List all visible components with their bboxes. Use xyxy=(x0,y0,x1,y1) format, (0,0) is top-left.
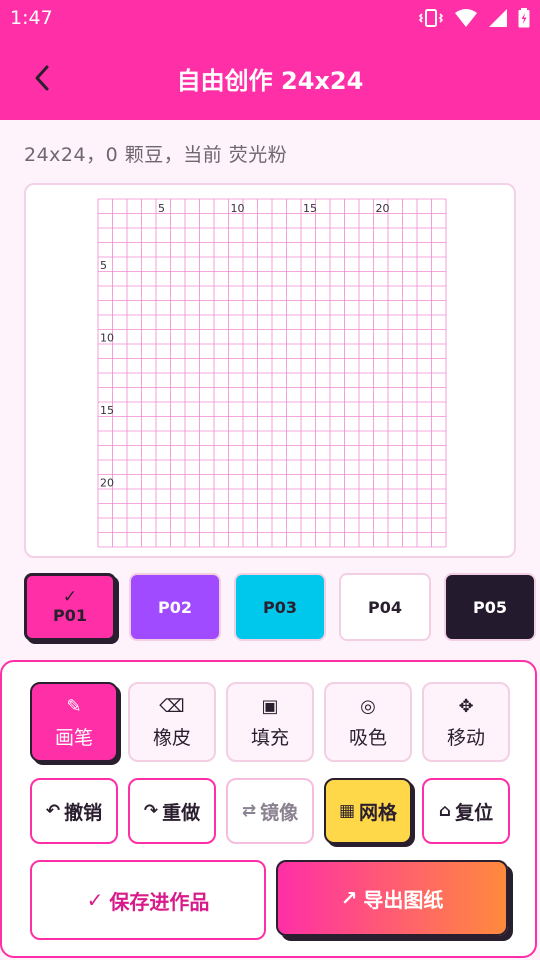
grid-column-label: 20 xyxy=(376,202,390,215)
undo-button[interactable]: ↶ 撤销 xyxy=(30,778,118,844)
tool-pencil-button[interactable]: ✎ 画笔 xyxy=(30,682,118,762)
action-label: 撤销 xyxy=(64,801,103,824)
tool-panel: ✓ 保存进作品 ↗ 导出图纸 ✎ 画笔 ⌫ 橡皮 ▣ 填充 ◎ 吸色 ✥ 移动 ↶ 撤销 ↷ 重做 ⇄ 镜像 ▦… xyxy=(0,660,537,958)
mirror-button[interactable]: ⇄ 镜像 xyxy=(226,778,314,844)
palette-swatch-label: P04 xyxy=(368,597,402,617)
redo-icon: ↷ xyxy=(143,801,159,821)
app-bar: 自由创作 24x24 xyxy=(0,36,540,120)
undo-icon: ↶ xyxy=(45,801,61,821)
palette-swatch-p01[interactable]: ✓ P01 xyxy=(24,573,116,641)
wifi-icon xyxy=(455,9,477,27)
grid-column-label: 10 xyxy=(231,202,245,215)
grid-row-label: 10 xyxy=(100,332,114,345)
bead-grid-canvas[interactable]: 5 10 15 20 5 10 15 20 xyxy=(26,185,514,556)
palette-swatch-label: P05 xyxy=(473,597,507,617)
palette-swatch-p04[interactable]: P04 xyxy=(339,573,431,641)
tool-move-button[interactable]: ✥ 移动 xyxy=(422,682,510,762)
move-icon: ✥ xyxy=(458,695,474,717)
tool-label: 移动 xyxy=(446,726,485,749)
grid-icon: ▦ xyxy=(338,801,356,821)
tool-label: 画笔 xyxy=(54,726,93,749)
home-icon: ⌂ xyxy=(438,801,452,821)
eraser-icon: ⌫ xyxy=(159,695,185,717)
selected-check-icon: ✓ xyxy=(62,587,78,607)
canvas-card: 5 10 15 20 5 10 15 20 xyxy=(24,183,516,558)
grid-row-label: 5 xyxy=(100,259,107,272)
palette-swatch-p05[interactable]: P05 xyxy=(444,573,536,641)
redo-button[interactable]: ↷ 重做 xyxy=(128,778,216,844)
action-label: 镜像 xyxy=(260,801,299,824)
action-label: 网格 xyxy=(359,801,398,824)
action-label: 复位 xyxy=(455,801,494,824)
tool-eyedropper-button[interactable]: ◎ 吸色 xyxy=(324,682,412,762)
save-button-label: 保存进作品 xyxy=(109,889,210,914)
signal-icon xyxy=(489,9,507,27)
tool-label: 吸色 xyxy=(348,726,387,749)
palette-swatch-p03[interactable]: P03 xyxy=(234,573,326,641)
check-icon: ✓ xyxy=(86,888,104,912)
tool-label: 填充 xyxy=(250,726,289,749)
status-time: 1:47 xyxy=(10,7,53,29)
fill-icon: ▣ xyxy=(261,695,279,717)
palette-swatch-label: P02 xyxy=(158,597,192,617)
home-button[interactable]: ⌂ 复位 xyxy=(422,778,510,844)
tool-label: 橡皮 xyxy=(152,726,191,749)
export-button-label: 导出图纸 xyxy=(363,887,444,912)
action-label: 重做 xyxy=(162,801,201,824)
status-bar: 1:47 xyxy=(0,0,540,36)
save-to-works-button[interactable]: ✓ 保存进作品 xyxy=(30,860,266,940)
grid-column-label: 5 xyxy=(158,202,165,215)
mirror-icon: ⇄ xyxy=(241,801,257,821)
status-icons xyxy=(418,8,530,28)
grid-column-label: 15 xyxy=(303,202,317,215)
grid-button[interactable]: ▦ 网格 xyxy=(324,778,412,844)
pencil-icon: ✎ xyxy=(66,695,82,717)
palette-swatch-label: P01 xyxy=(53,606,87,625)
page-title: 自由创作 24x24 xyxy=(176,67,364,95)
grid-row-label: 20 xyxy=(100,477,114,490)
color-palette: ✓ P01 P02 P03 P04 P05 xyxy=(24,573,536,641)
eyedropper-icon: ◎ xyxy=(360,695,376,717)
battery-icon xyxy=(518,8,530,28)
export-pattern-button[interactable]: ↗ 导出图纸 xyxy=(276,860,508,936)
tool-eraser-button[interactable]: ⌫ 橡皮 xyxy=(128,682,216,762)
vibrate-icon xyxy=(418,9,444,27)
palette-swatch-label: P03 xyxy=(263,597,297,617)
canvas-summary: 24x24，0 颗豆，当前 荧光粉 xyxy=(24,144,288,166)
tool-fill-button[interactable]: ▣ 填充 xyxy=(226,682,314,762)
export-arrow-icon: ↗ xyxy=(340,886,358,910)
palette-swatch-p02[interactable]: P02 xyxy=(129,573,221,641)
grid-row-label: 15 xyxy=(100,404,114,417)
